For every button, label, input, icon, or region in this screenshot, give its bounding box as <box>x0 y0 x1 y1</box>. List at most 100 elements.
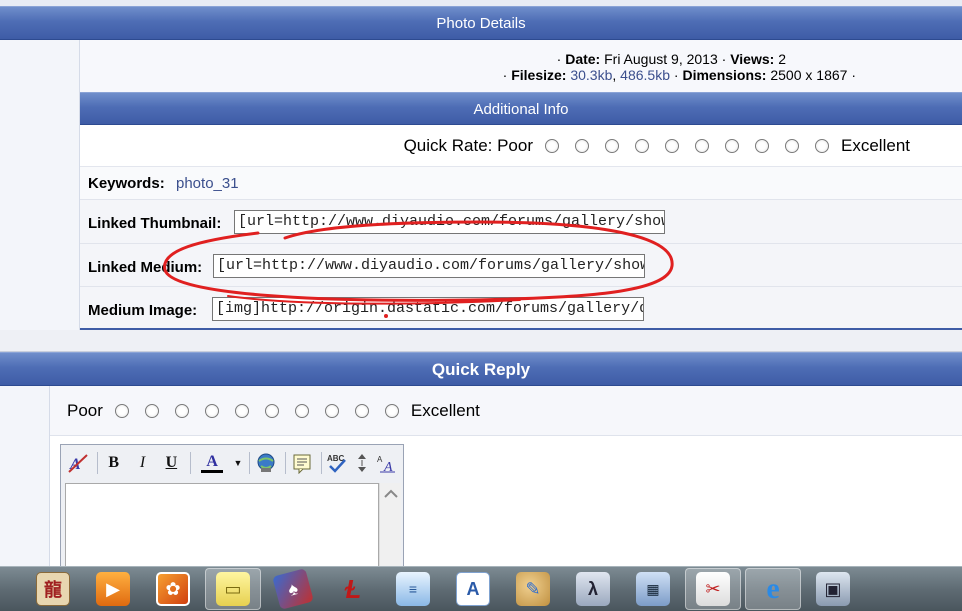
reply-excellent-label: Excellent <box>410 401 480 420</box>
taskbar-media-player[interactable]: ▶ <box>85 568 141 610</box>
dimensions-value: 2500 x 1867 <box>770 67 848 83</box>
taskbar-math-input[interactable]: λ <box>565 568 621 610</box>
left-gutter <box>0 40 80 330</box>
quote-icon[interactable] <box>289 450 315 476</box>
rate-radio-3[interactable] <box>605 139 620 153</box>
date-value: Fri August 9, 2013 <box>604 51 718 67</box>
filesize-large-link[interactable]: 486.5kb <box>620 67 670 83</box>
reply-rate-radio-1[interactable] <box>114 404 129 418</box>
font-color-button[interactable]: A <box>194 450 230 476</box>
mahjong-icon: 龍 <box>36 572 70 606</box>
reply-rate-radio-3[interactable] <box>174 404 189 418</box>
rate-radio-10[interactable] <box>815 139 830 153</box>
taskbar-photo-gallery[interactable]: ✿ <box>145 568 201 610</box>
notepad-icon: ≡ <box>396 572 430 606</box>
underline-button[interactable]: U <box>158 450 184 476</box>
linked-thumbnail-row: Linked Thumbnail: [url=http://www.diyaud… <box>80 200 962 244</box>
linked-thumbnail-input[interactable]: [url=http://www.diyaudio.com/forums/gall… <box>234 210 665 234</box>
calculator-icon: ▦ <box>636 572 670 606</box>
medium-image-input[interactable]: [img]http://origin.dastatic.com/forums/g… <box>212 297 644 321</box>
svg-text:A: A <box>377 455 383 464</box>
taskbar-notepad[interactable]: ≡ <box>385 568 441 610</box>
editor-box: A B I U A ▼ ABC A A <box>60 444 404 569</box>
toolbar-separator <box>320 452 322 474</box>
photo-details-header: Photo Details <box>0 6 962 40</box>
linked-thumbnail-label: Linked Thumbnail: <box>88 215 222 232</box>
chevron-down-icon[interactable]: ▼ <box>233 450 243 476</box>
filesize-label: Filesize: <box>511 67 567 83</box>
paint-icon: ✎ <box>516 572 550 606</box>
computer-icon: ▣ <box>816 572 850 606</box>
keywords-link[interactable]: photo_31 <box>176 175 239 192</box>
wordpad-icon: A <box>456 572 490 606</box>
snipping-tool-icon: ✂ <box>696 572 730 606</box>
reply-rate-radio-9[interactable] <box>354 404 369 418</box>
dimensions-label: Dimensions: <box>682 67 767 83</box>
rate-radio-1[interactable] <box>545 139 560 153</box>
rate-radio-7[interactable] <box>725 139 740 153</box>
quick-reply-header: Quick Reply <box>0 352 962 386</box>
linked-medium-row: Linked Medium: [url=http://www.diyaudio.… <box>80 244 962 287</box>
taskbar: 龍 ▶ ✿ ▭ ♠ Ɫ ≡ A ✎ λ ▦ ✂ e ▣ <box>0 566 962 611</box>
editor-scrollbar[interactable] <box>379 483 401 569</box>
linked-medium-label: Linked Medium: <box>88 259 203 276</box>
photo-gallery-icon: ✿ <box>156 572 190 606</box>
rate-radio-5[interactable] <box>665 139 680 153</box>
rate-radio-2[interactable] <box>575 139 590 153</box>
scroll-up-icon[interactable] <box>380 483 402 503</box>
taskbar-internet-explorer[interactable]: e <box>745 568 801 610</box>
reply-rate-radio-5[interactable] <box>234 404 249 418</box>
message-textarea[interactable] <box>65 483 379 569</box>
rate-radio-4[interactable] <box>635 139 650 153</box>
taskbar-sticky-notes[interactable]: ▭ <box>205 568 261 610</box>
rate-radio-8[interactable] <box>755 139 770 153</box>
reply-rate-radio-6[interactable] <box>264 404 279 418</box>
section-separator <box>0 330 962 352</box>
quick-rate-row: Quick Rate: Poor Excellent <box>80 125 962 167</box>
reply-rate-radio-4[interactable] <box>204 404 219 418</box>
media-player-icon: ▶ <box>96 572 130 606</box>
taskbar-calculator[interactable]: ▦ <box>625 568 681 610</box>
meta-line-date: · Date: Fri August 9, 2013 · Views: 2 <box>556 51 786 67</box>
reply-rate-row: Poor Excellent <box>50 386 962 436</box>
reply-rate-radio-10[interactable] <box>384 404 399 418</box>
reply-rate-radio-7[interactable] <box>294 404 309 418</box>
quick-rate-label: Quick Rate: Poor <box>403 136 534 155</box>
additional-info-header: Additional Info <box>80 92 962 125</box>
excellent-label: Excellent <box>841 136 910 155</box>
taskbar-wordpad[interactable]: A <box>445 568 501 610</box>
filesize-small-link[interactable]: 30.3kb <box>570 67 612 83</box>
remove-format-icon[interactable]: A <box>65 450 91 476</box>
italic-button[interactable]: I <box>130 450 156 476</box>
insert-link-icon[interactable] <box>253 450 279 476</box>
taskbar-solitaire[interactable]: ♠ <box>265 568 321 610</box>
toolbar-separator <box>190 452 192 474</box>
keywords-row: Keywords: photo_31 <box>80 167 962 200</box>
linked-medium-input[interactable]: [url=http://www.diyaudio.com/forums/gall… <box>213 254 645 278</box>
reply-left-gutter <box>0 386 50 566</box>
taskbar-paint[interactable]: ✎ <box>505 568 561 610</box>
toolbar-separator <box>96 452 98 474</box>
rate-radio-9[interactable] <box>785 139 800 153</box>
rate-radio-6[interactable] <box>695 139 710 153</box>
taskbar-app[interactable]: Ɫ <box>325 568 381 610</box>
reply-poor-label: Poor <box>67 401 103 420</box>
medium-image-row: Medium Image: [img]http://origin.dastati… <box>80 287 962 330</box>
editor-toolbar: A B I U A ▼ ABC A A <box>61 445 403 481</box>
math-input-icon: λ <box>576 572 610 606</box>
switch-mode-icon[interactable]: AA <box>374 450 400 476</box>
font-color-swatch <box>201 469 224 473</box>
taskbar-snipping-tool[interactable]: ✂ <box>685 568 741 610</box>
taskbar-mahjong[interactable]: 龍 <box>25 568 81 610</box>
views-label: Views: <box>730 51 775 67</box>
taskbar-computer[interactable]: ▣ <box>805 568 861 610</box>
resize-icon[interactable] <box>353 450 371 476</box>
meta-line-filesize: · Filesize: 30.3kb, 486.5kb · Dimensions… <box>502 67 856 83</box>
views-value: 2 <box>778 51 786 67</box>
spellcheck-icon[interactable]: ABC <box>325 450 351 476</box>
reply-rate-radio-2[interactable] <box>144 404 159 418</box>
bold-button[interactable]: B <box>101 450 127 476</box>
date-label: Date: <box>565 51 601 67</box>
photo-meta: · Date: Fri August 9, 2013 · Views: 2 · … <box>80 40 962 92</box>
reply-rate-radio-8[interactable] <box>324 404 339 418</box>
